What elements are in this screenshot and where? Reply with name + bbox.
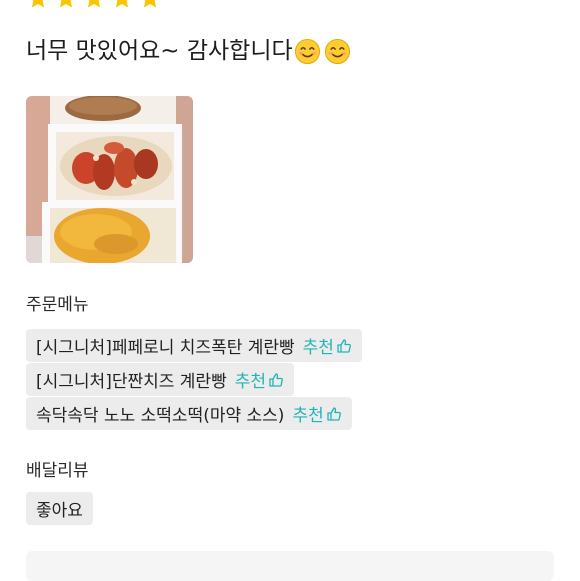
thumbs-up-icon bbox=[337, 338, 351, 353]
delivery-review-tag: 좋아요 bbox=[26, 492, 93, 525]
rating-stars bbox=[26, 0, 162, 11]
star-icon bbox=[87, 0, 101, 8]
recommend-text: 추천 bbox=[302, 338, 334, 358]
order-menu-item[interactable]: [시그니처]단짠치즈 계란빵 추천 bbox=[26, 363, 294, 396]
star-icon bbox=[115, 0, 129, 8]
smiling-face-icon bbox=[324, 38, 350, 64]
order-menu-item[interactable]: 속닥속닥 노노 소떡소떡(마약 소스) 추천 bbox=[26, 397, 352, 430]
review-photo[interactable] bbox=[26, 96, 193, 263]
review-text: 너무 맛있어요~ 감사합니다 bbox=[26, 38, 293, 64]
menu-item-name: [시그니처]단짠치즈 계란빵 bbox=[36, 372, 227, 392]
menu-item-name: 속닥속닥 노노 소떡소떡(마약 소스) bbox=[36, 406, 285, 426]
smiling-face-icon bbox=[294, 38, 320, 64]
star-icon bbox=[31, 0, 45, 8]
recommend-label: 추천 bbox=[292, 401, 341, 426]
thumbs-up-icon bbox=[327, 406, 341, 421]
next-section-card bbox=[26, 551, 554, 581]
emoji-group bbox=[294, 38, 354, 65]
recommend-text: 추천 bbox=[292, 406, 324, 426]
order-menu-item[interactable]: [시그니처]페페로니 치즈폭탄 계란빵 추천 bbox=[26, 329, 362, 362]
star-icon bbox=[143, 0, 157, 8]
star-icon bbox=[59, 0, 73, 8]
review-text-row: 너무 맛있어요~ 감사합니다 bbox=[26, 34, 354, 68]
food-photo-image bbox=[26, 96, 193, 263]
menu-item-name: [시그니처]페페로니 치즈폭탄 계란빵 bbox=[36, 338, 295, 358]
delivery-tag-text: 좋아요 bbox=[36, 501, 83, 521]
recommend-text: 추천 bbox=[234, 372, 266, 392]
thumbs-up-icon bbox=[269, 372, 283, 387]
delivery-review-title: 배달리뷰 bbox=[26, 461, 89, 481]
recommend-label: 추천 bbox=[235, 367, 284, 392]
recommend-label: 추천 bbox=[303, 333, 352, 358]
order-menu-title: 주문메뉴 bbox=[26, 295, 89, 315]
